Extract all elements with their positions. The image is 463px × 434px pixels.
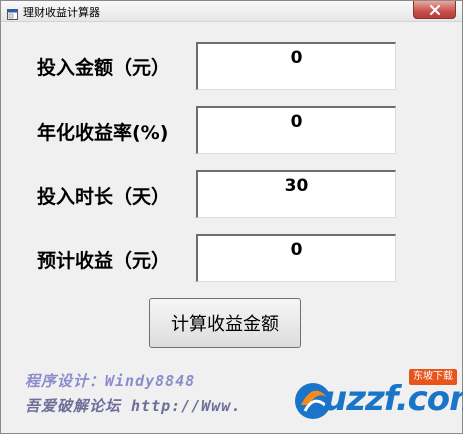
close-button[interactable] xyxy=(413,1,456,19)
window-app-icon[interactable] xyxy=(7,5,18,20)
label-duration: 投入时长（天） xyxy=(37,186,171,208)
watermark-text: uzzf.com xyxy=(323,379,463,419)
label-principal: 投入金额（元） xyxy=(37,57,171,79)
calculate-button[interactable]: 计算收益金额 xyxy=(149,298,301,348)
principal-input[interactable]: 0 xyxy=(196,42,396,90)
title-bar[interactable]: 理财收益计算器 xyxy=(1,1,462,22)
annual-rate-input[interactable]: 0 xyxy=(196,106,396,154)
window-title: 理财收益计算器 xyxy=(23,6,100,19)
forum-line: 吾爱破解论坛 http://Www. xyxy=(25,397,242,415)
expected-return-output[interactable]: 0 xyxy=(196,234,396,282)
app-window: 理财收益计算器 投入金额（元） 0 年化收益率(%) 0 投入时长（天） 30 … xyxy=(0,0,463,434)
duration-input[interactable]: 30 xyxy=(196,170,396,218)
close-icon xyxy=(429,4,440,15)
label-annual-rate: 年化收益率(%) xyxy=(37,122,169,144)
credit-line: 程序设计：Windy8848 xyxy=(25,372,196,390)
label-expected-return: 预计收益（元） xyxy=(37,250,171,272)
watermark: 东坡下载 uzzf.com xyxy=(291,367,463,429)
